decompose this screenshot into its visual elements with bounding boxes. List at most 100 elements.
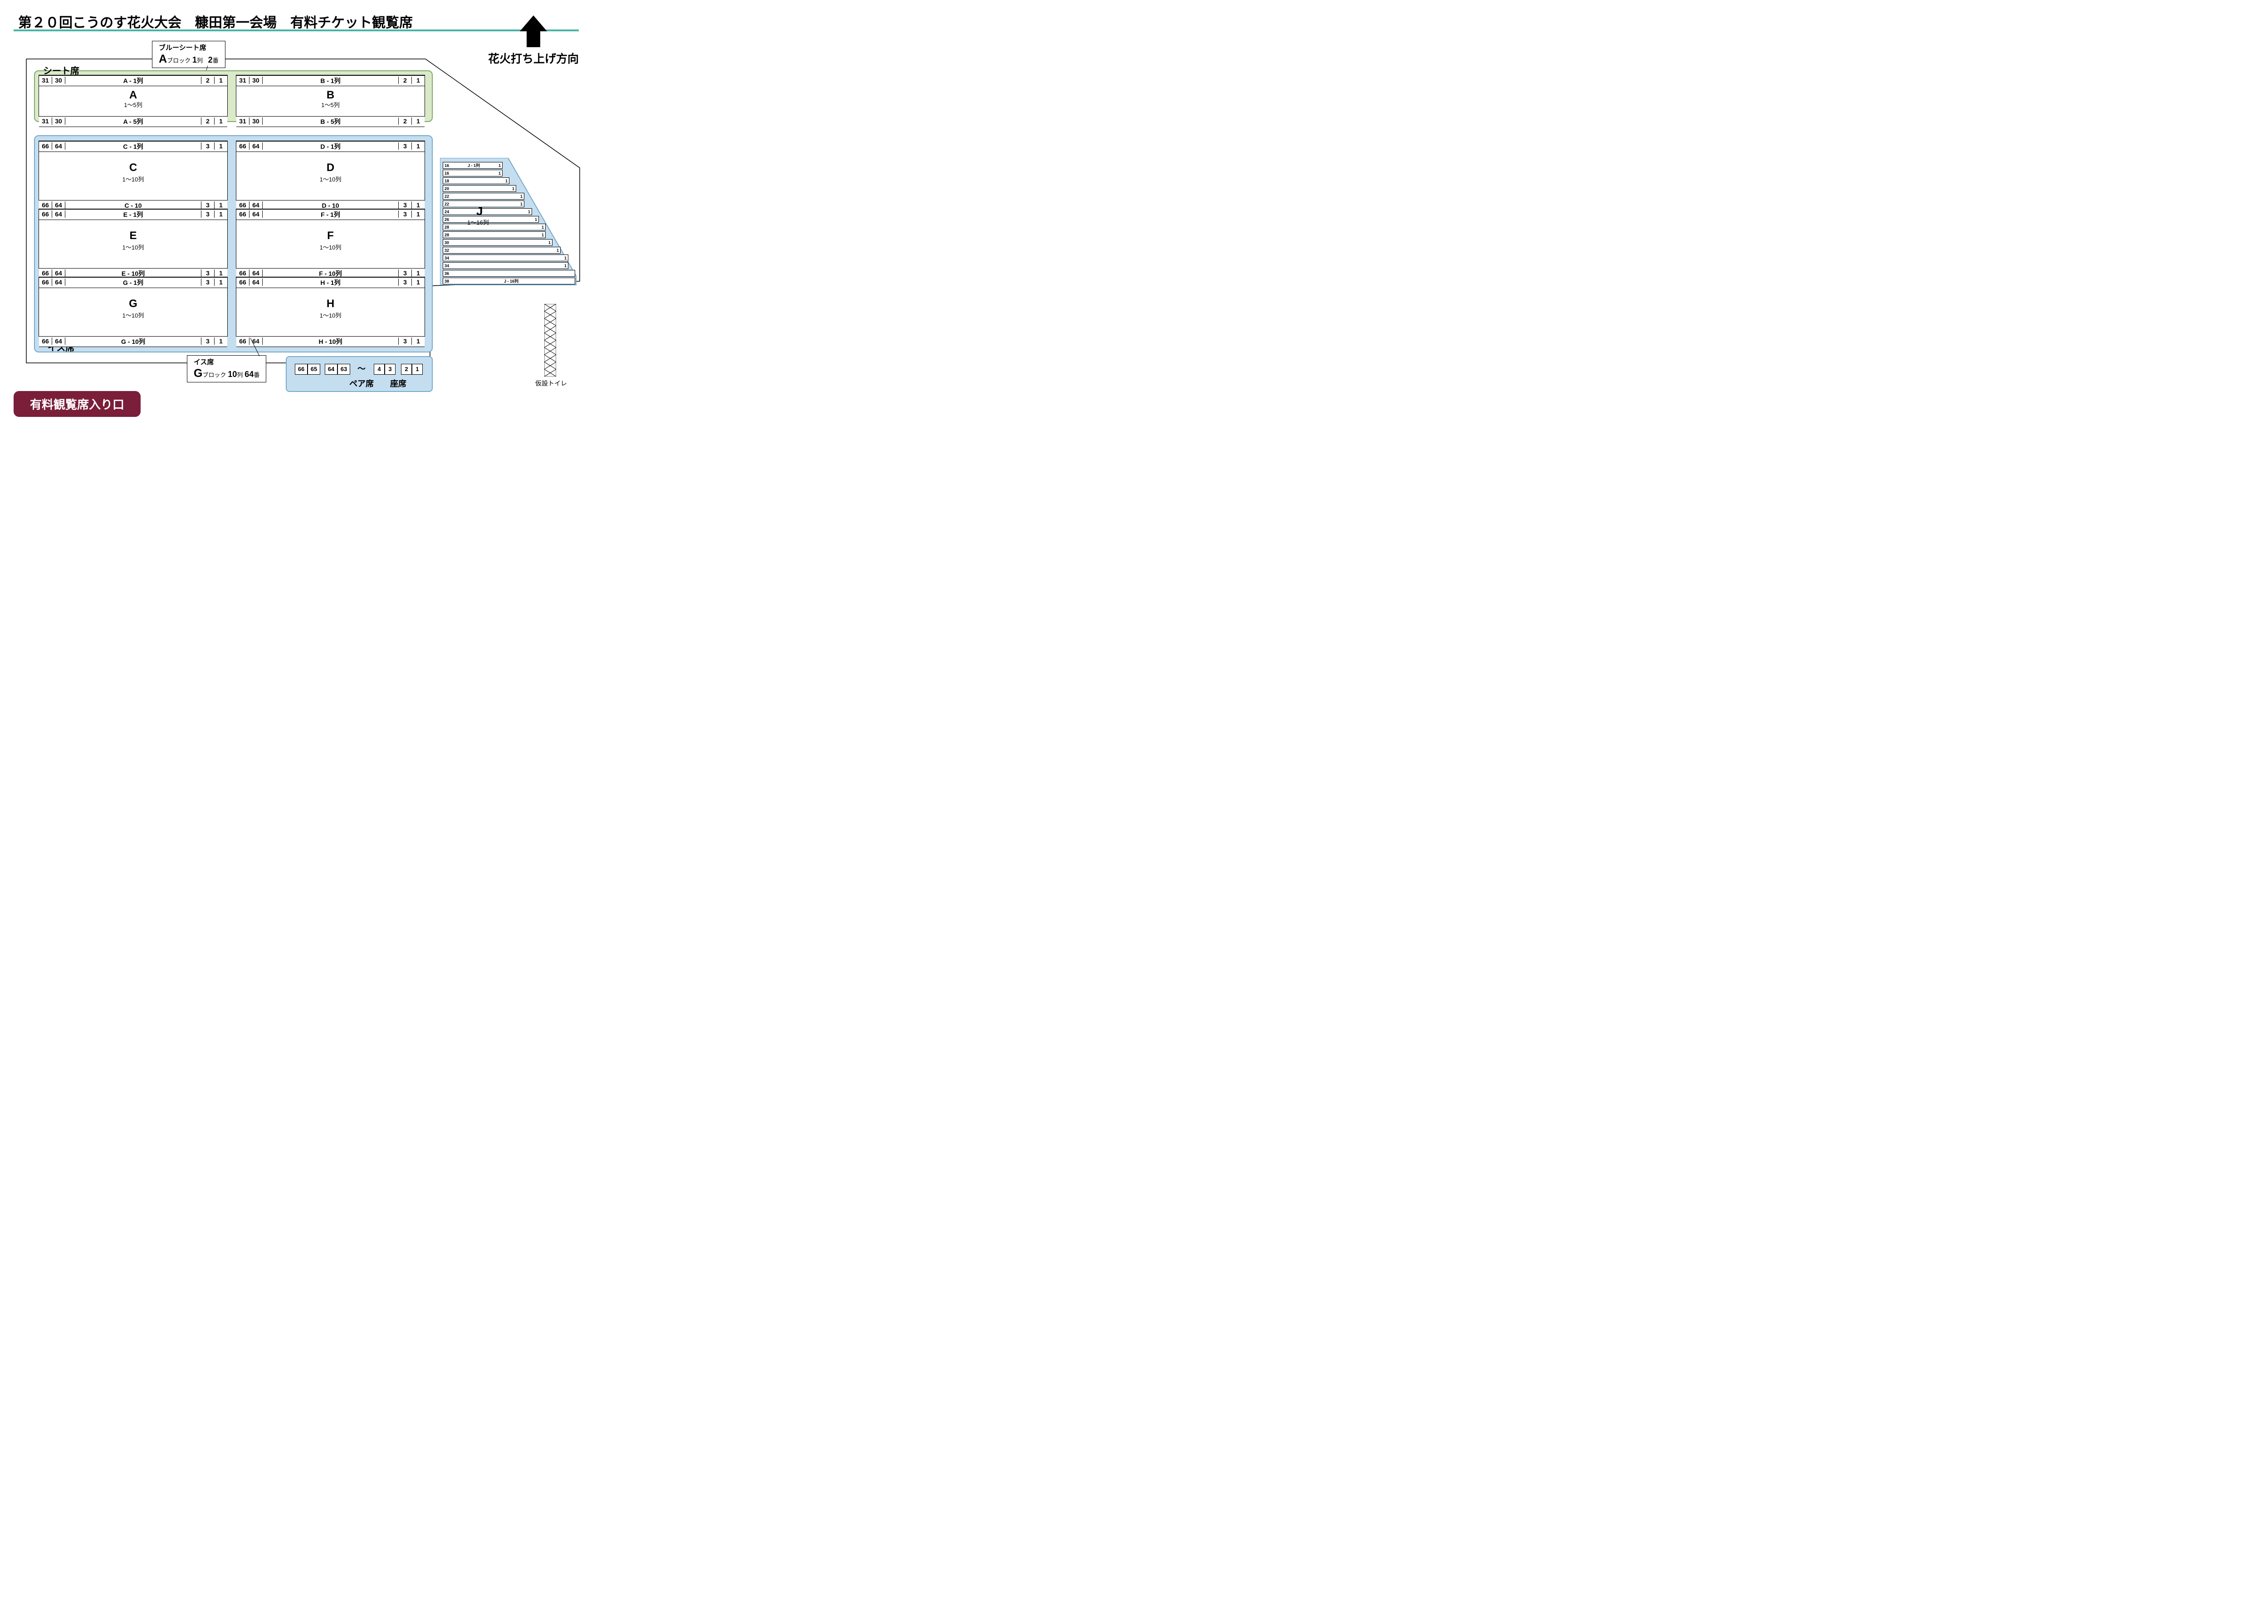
seat-num: 66 xyxy=(236,210,249,218)
row-label: B - 5列 xyxy=(263,117,398,126)
seat-num: 1 xyxy=(497,163,502,168)
j-row: 22 1 xyxy=(443,201,524,207)
seat-num: 1 xyxy=(533,217,538,222)
seat-num: 3 xyxy=(201,201,214,209)
block-rows: 1〜10列 xyxy=(39,175,227,183)
pair-seat-num: 63 xyxy=(337,364,350,375)
seat-num: 16 xyxy=(443,171,450,176)
j-row: 34 1 xyxy=(443,262,568,269)
seat-num: 28 xyxy=(443,233,450,237)
seat-num: 2 xyxy=(398,77,411,84)
seat-num: 66 xyxy=(39,338,52,345)
row-strip: 6664 D - 1列 31 xyxy=(236,141,425,152)
seat-num: 66 xyxy=(236,201,249,209)
seat-num: 1 xyxy=(214,201,227,209)
seat-num: 18 xyxy=(443,179,450,183)
temporary-toilet: 仮設トイレ xyxy=(544,304,567,388)
row-strip: 6664 G - 1列 31 xyxy=(39,277,227,288)
row-label: A - 5列 xyxy=(65,117,201,126)
j-row: 36 xyxy=(443,270,575,277)
pair-seat-num: 66 xyxy=(295,364,308,375)
seat-num: 1 xyxy=(411,338,425,345)
j-row: 38 J - 16列 xyxy=(443,278,575,284)
seat-num: 3 xyxy=(398,142,411,150)
block-title: C xyxy=(39,161,227,174)
block-H: 6664 H - 1列 31 H 1〜10列 6664 H - 10列 31 xyxy=(236,277,425,337)
seat-num: 1 xyxy=(214,117,227,125)
row-strip: 3130 A - 5列 21 xyxy=(39,116,227,127)
seat-num: 64 xyxy=(52,269,65,277)
seat-num: 31 xyxy=(236,117,249,125)
j-row: 18 1 xyxy=(443,177,509,184)
seat-num: 64 xyxy=(249,210,263,218)
row-label: E - 1列 xyxy=(65,210,201,219)
row-strip: 6664 F - 1列 31 xyxy=(236,209,425,220)
seat-num: 64 xyxy=(249,269,263,277)
seat-num: 64 xyxy=(52,338,65,345)
j-row: 24 1 xyxy=(443,208,532,215)
seat-num: 1 xyxy=(411,77,425,84)
pair-seat-num: 3 xyxy=(385,364,396,375)
seat-num: 1 xyxy=(214,210,227,218)
seat-num: 3 xyxy=(398,201,411,209)
block-title: B xyxy=(236,89,425,102)
seat-num: 3 xyxy=(201,279,214,286)
row-label: G - 10列 xyxy=(65,337,201,346)
seat-num: 1 xyxy=(411,142,425,150)
row-strip: 6664 H - 1列 31 xyxy=(236,277,425,288)
seat-num: 1 xyxy=(411,210,425,218)
seat-num: 32 xyxy=(443,248,450,253)
seat-num: 2 xyxy=(201,117,214,125)
block-A: 3130 A - 1列 21 A 1〜5列 3130 A - 5列 21 xyxy=(39,75,228,117)
callout-blue-sheet: ブルーシート席 Aブロック 1列 2番 xyxy=(152,41,225,68)
seat-num: 30 xyxy=(249,117,263,125)
block-title: D xyxy=(236,161,425,174)
seat-num: 1 xyxy=(540,233,545,237)
seat-num: 22 xyxy=(443,194,450,199)
row-label: C - 1列 xyxy=(65,142,201,151)
seat-num: 66 xyxy=(39,201,52,209)
row-label: H - 1列 xyxy=(263,278,398,287)
page-title: 第２０回こうのす花火大会 糠田第一会場 有料チケット観覧席 xyxy=(18,11,413,31)
seat-num: 34 xyxy=(443,264,450,268)
block-rows: 1〜5列 xyxy=(39,100,227,109)
callout-chair: イス席 Gブロック 10列 64番 xyxy=(187,355,266,382)
block-rows: 1〜10列 xyxy=(236,243,425,251)
seat-num: 1 xyxy=(519,194,524,199)
title-underline xyxy=(14,29,579,31)
block-title: A xyxy=(39,89,227,102)
j-row: 28 1 xyxy=(443,231,546,238)
row-label: G - 1列 xyxy=(65,278,201,287)
seat-num: 66 xyxy=(236,142,249,150)
row-strip: 6664 G - 10列 31 xyxy=(39,336,227,347)
block-title: H xyxy=(236,298,425,310)
j-row: 32 1 xyxy=(443,247,561,254)
seat-num: 3 xyxy=(201,142,214,150)
direction-arrow-icon xyxy=(520,15,547,47)
seat-num: 20 xyxy=(443,186,450,191)
row-label: J - 1列 xyxy=(466,162,481,168)
seat-num: 66 xyxy=(39,142,52,150)
j-row: 16 1 xyxy=(443,170,503,176)
seat-num: 1 xyxy=(214,338,227,345)
pair-seat-num: 〜 xyxy=(356,364,367,374)
block-C: 6664 C - 1列 31 C 1〜10列 6664 C - 10 31 xyxy=(39,141,228,201)
seat-num: 1 xyxy=(504,179,509,183)
seat-num: 1 xyxy=(511,186,516,191)
seat-num: 66 xyxy=(236,279,249,286)
seat-num: 66 xyxy=(39,269,52,277)
seat-num: 64 xyxy=(249,142,263,150)
toilet-icon xyxy=(544,304,556,377)
seat-num: 3 xyxy=(398,269,411,277)
seat-num: 1 xyxy=(411,201,425,209)
seat-num: 66 xyxy=(39,210,52,218)
seat-num: 1 xyxy=(214,77,227,84)
seat-num: 3 xyxy=(398,279,411,286)
seat-num: 64 xyxy=(52,201,65,209)
row-label: D - 10 xyxy=(263,202,398,209)
seat-num: 26 xyxy=(443,217,450,222)
seat-num: 1 xyxy=(547,240,552,245)
row-label: H - 10列 xyxy=(263,337,398,346)
seat-num: 30 xyxy=(443,240,450,245)
seat-num: 1 xyxy=(540,225,545,230)
